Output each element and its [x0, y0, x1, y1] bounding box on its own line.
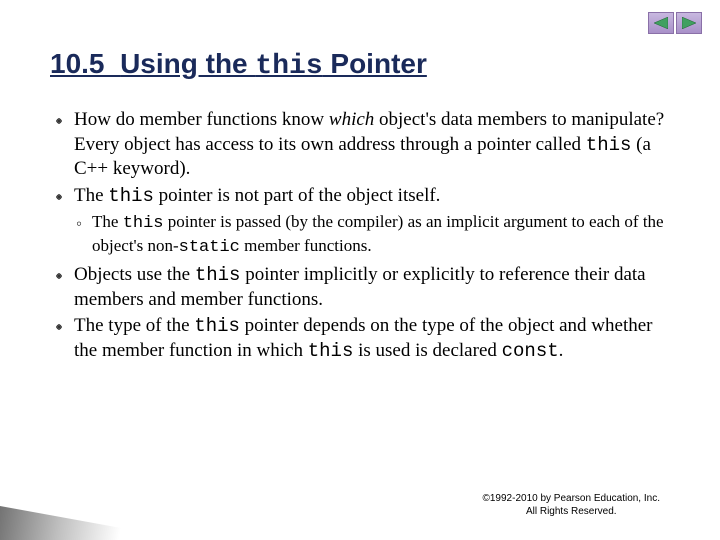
- triangle-right-icon: [682, 17, 696, 29]
- text-segment: is used is declared: [353, 340, 501, 361]
- text-segment: this: [308, 340, 354, 362]
- bullet-body: The type of the this pointer depends on …: [74, 314, 676, 363]
- bullet-item: How do member functions know which objec…: [54, 108, 676, 182]
- text-segment: const: [502, 340, 559, 362]
- text-segment: this: [194, 315, 240, 337]
- bullet-item: The this pointer is not part of the obje…: [54, 184, 676, 209]
- text-segment: How do member functions know: [74, 109, 329, 130]
- bullet-body: The this pointer is not part of the obje…: [74, 184, 676, 209]
- text-segment: static: [179, 238, 240, 257]
- bullet-marker-icon: [54, 184, 74, 209]
- bullet-item: Objects use the this pointer implicitly …: [54, 263, 676, 312]
- title-code: this: [255, 51, 322, 82]
- copyright: ©1992-2010 by Pearson Education, Inc. Al…: [483, 492, 661, 518]
- text-segment: pointer is not part of the object itself…: [154, 185, 441, 206]
- bullet-body: How do member functions know which objec…: [74, 108, 676, 182]
- corner-shadow: [0, 506, 150, 540]
- nav-buttons: [648, 12, 702, 34]
- copyright-line2: All Rights Reserved.: [526, 506, 617, 517]
- text-segment: this: [123, 214, 164, 233]
- text-segment: .: [559, 340, 564, 361]
- text-segment: this: [586, 134, 632, 156]
- bullet-marker-icon: [54, 108, 74, 182]
- bullet-body: Objects use the this pointer implicitly …: [74, 263, 676, 312]
- text-segment: The type of the: [74, 315, 194, 336]
- title-pre: Using the: [120, 48, 255, 79]
- sub-bullet-marker-icon: ◦: [76, 211, 92, 259]
- sub-bullet-item: ◦The this pointer is passed (by the comp…: [76, 211, 676, 259]
- text-segment: The: [74, 185, 108, 206]
- prev-slide-button[interactable]: [648, 12, 674, 34]
- text-segment: this: [108, 185, 154, 207]
- title-section-number: 10.5: [50, 48, 105, 79]
- text-segment: which: [329, 109, 374, 130]
- next-slide-button[interactable]: [676, 12, 702, 34]
- text-segment: The: [92, 212, 123, 231]
- text-segment: member functions.: [240, 236, 372, 255]
- triangle-left-icon: [654, 17, 668, 29]
- text-segment: this: [195, 264, 241, 286]
- bullet-marker-icon: [54, 314, 74, 363]
- slide-title: 10.5 Using the this Pointer: [50, 48, 427, 82]
- text-segment: Objects use the: [74, 264, 195, 285]
- copyright-line1: ©1992-2010 by Pearson Education, Inc.: [483, 493, 661, 504]
- bullet-marker-icon: [54, 263, 74, 312]
- sub-bullet-body: The this pointer is passed (by the compi…: [92, 211, 676, 259]
- bullet-item: The type of the this pointer depends on …: [54, 314, 676, 363]
- title-post: Pointer: [323, 48, 427, 79]
- slide-content: How do member functions know which objec…: [54, 108, 676, 366]
